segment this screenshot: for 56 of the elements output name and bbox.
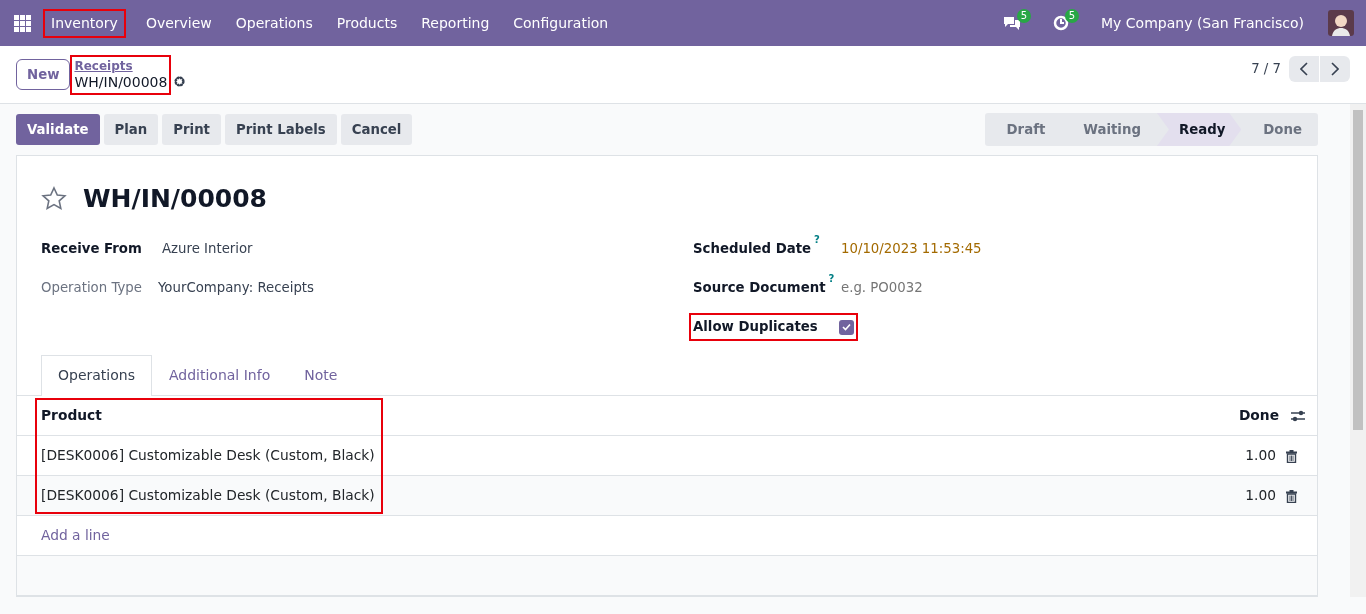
chevron-right-icon: [1331, 62, 1339, 77]
new-button[interactable]: New: [16, 58, 71, 91]
action-button[interactable]: Print: [162, 113, 221, 146]
chat-icon[interactable]: [1003, 15, 1022, 31]
field-value: YourCompany: Receipts: [158, 279, 314, 298]
form-tab[interactable]: Additional Info: [151, 354, 288, 395]
status-stage[interactable]: Done: [1241, 113, 1318, 146]
column-header-text[interactable]: Done: [1238, 406, 1279, 423]
apps-menu-icon[interactable]: [14, 14, 31, 32]
table-cell: 1.00: [1245, 447, 1276, 464]
menu-item[interactable]: Overview: [145, 12, 212, 34]
action-button[interactable]: Plan: [103, 113, 159, 146]
add-line-link[interactable]: Add a line: [41, 527, 110, 544]
menu-item[interactable]: Operations: [235, 12, 313, 34]
action-button[interactable]: Print Labels: [224, 113, 337, 146]
star-icon[interactable]: [41, 185, 67, 212]
form-tab[interactable]: Note: [287, 354, 355, 395]
column-header[interactable]: Product: [17, 395, 1043, 436]
table-cell: [DESK0006] Customizable Desk (Custom, Black): [17, 475, 1043, 516]
breadcrumb-current: WH/IN/00008: [74, 73, 168, 91]
clock-icon[interactable]: [1053, 15, 1070, 31]
field-label: Receive From: [41, 240, 143, 259]
table-cell: [DESK0006] Customizable Desk (Custom, Black): [17, 435, 1043, 476]
activity-count-badge: 5: [1064, 9, 1080, 23]
form-tab[interactable]: Operations: [41, 354, 152, 396]
help-icon[interactable]: ?: [828, 272, 835, 284]
status-stage[interactable]: Ready: [1156, 113, 1242, 146]
avatar-icon[interactable]: [1328, 10, 1354, 36]
trash-icon[interactable]: [1286, 449, 1297, 463]
scrollbar[interactable]: [1350, 104, 1366, 597]
help-icon[interactable]: ?: [814, 233, 820, 245]
menu-item[interactable]: Products: [336, 12, 398, 34]
company-name[interactable]: My Company (San Francisco): [1101, 12, 1304, 34]
checkbox[interactable]: [839, 319, 854, 335]
gear-icon[interactable]: [173, 75, 187, 88]
field-label: Operation Type: [41, 279, 143, 298]
check-icon: [842, 323, 851, 331]
menu-item[interactable]: Configuration: [513, 12, 609, 34]
date-field[interactable]: 10/10/2023 11:53:45: [841, 239, 982, 259]
message-count-badge: 5: [1016, 9, 1032, 23]
status-stage[interactable]: Draft: [984, 113, 1062, 146]
column-settings-icon[interactable]: [1291, 408, 1305, 423]
chevron-left-icon: [1300, 62, 1308, 77]
record-title: WH/IN/00008: [83, 183, 267, 215]
next-button[interactable]: [1320, 56, 1350, 82]
action-button[interactable]: Cancel: [340, 113, 413, 146]
pager-value: 7 / 7: [1251, 60, 1281, 79]
action-button[interactable]: Validate: [16, 113, 100, 146]
field-value[interactable]: Azure Interior: [158, 239, 253, 259]
trash-icon[interactable]: [1286, 489, 1297, 503]
previous-button[interactable]: [1289, 56, 1319, 82]
breadcrumb-link[interactable]: Receipts: [74, 58, 168, 73]
table-cell: 1.00: [1245, 487, 1276, 504]
menu-item[interactable]: Reporting: [421, 12, 490, 34]
status-stage[interactable]: Waiting: [1061, 113, 1157, 146]
field-label: Allow Duplicates: [693, 318, 819, 337]
